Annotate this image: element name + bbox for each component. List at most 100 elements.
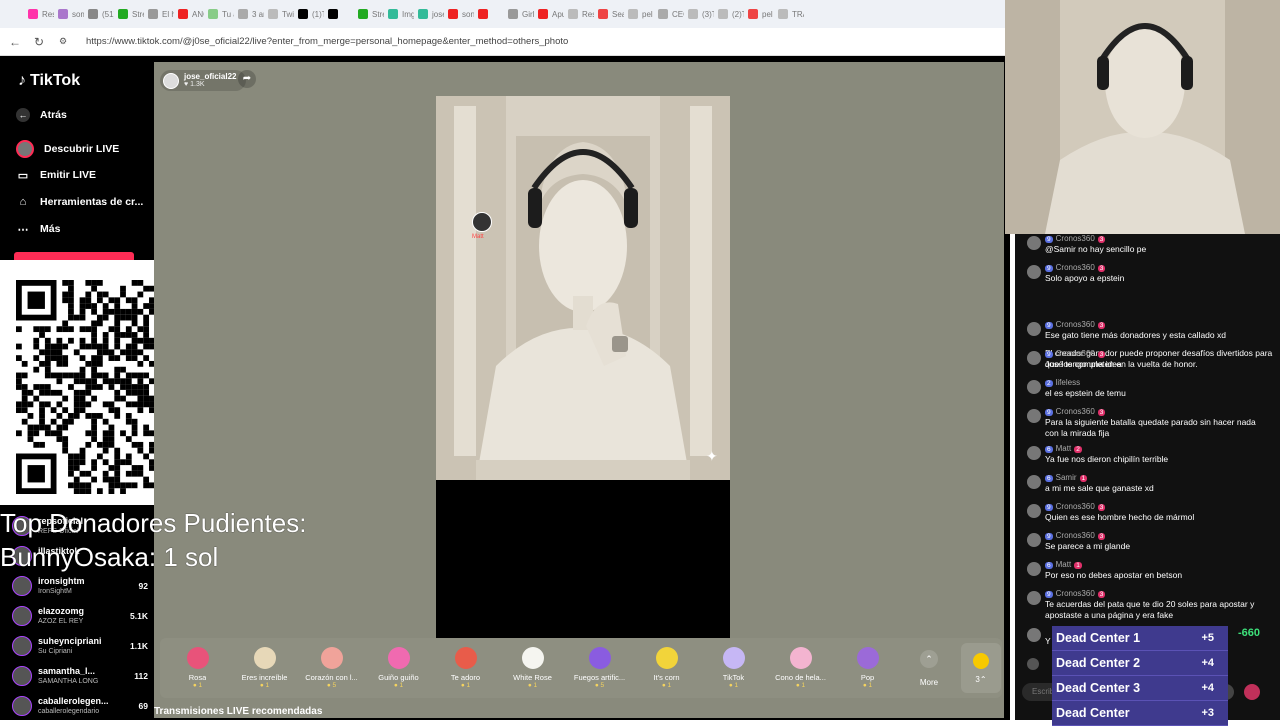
viewer-username: ironsightm <box>38 576 85 586</box>
tab-favicon-icon <box>718 9 728 19</box>
corn-icon <box>655 647 678 669</box>
reload-icon[interactable]: ↻ <box>32 35 46 49</box>
tab-label: Stre <box>372 9 384 19</box>
gift-item[interactable]: Cono de hela... ● 1 <box>767 647 834 689</box>
browser-tab[interactable]: son <box>448 9 474 19</box>
browser-tab[interactable]: som <box>58 9 84 19</box>
gift-price: ● 1 <box>862 682 873 689</box>
leaderboard-row[interactable]: ironsightm IronSightM 92 <box>12 572 152 600</box>
browser-tab[interactable]: Stre <box>118 9 144 19</box>
gift-item[interactable]: White Rose ● 1 <box>499 647 566 689</box>
ice-cream-icon <box>789 647 812 669</box>
gift-item[interactable]: It's corn ● 1 <box>633 647 700 689</box>
login-button-edge[interactable] <box>14 252 134 260</box>
sidebar-item-creator-tools[interactable]: ⌂ Herramientas de cr... <box>16 195 144 209</box>
browser-tab[interactable]: Tu a <box>208 9 234 19</box>
sidebar-item-go-live[interactable]: ▭ Emitir LIVE <box>16 168 96 182</box>
browser-tab[interactable]: (2)T <box>718 9 744 19</box>
chat-user: 9 Cronos360 3 <box>1045 589 1106 598</box>
heart-send-icon[interactable] <box>1244 684 1260 700</box>
browser-tab[interactable]: (3)T <box>688 9 714 19</box>
dead-center-row: Dead Center 3 +4 <box>1052 676 1228 701</box>
viewer-nickname: AZOZ EL REY <box>38 618 84 625</box>
browser-tab[interactable]: Resi <box>28 9 54 19</box>
viewer-score: 69 <box>138 701 148 711</box>
browser-tab[interactable]: ANG <box>178 9 204 19</box>
level-badge: 9 <box>1045 265 1053 272</box>
gift-item[interactable]: Guiño guiño ● 1 <box>365 647 432 689</box>
share-icon[interactable]: ➦ <box>238 70 256 88</box>
host-avatar <box>163 72 179 89</box>
leaderboard-row[interactable]: elazozomg AZOZ EL REY 5.1K <box>12 602 152 630</box>
chat-text: Quien es ese hombre hecho de mármol <box>1045 512 1195 522</box>
browser-tab[interactable]: Apu <box>538 9 564 19</box>
site-info-icon[interactable]: ⚙ <box>56 36 70 47</box>
browser-tab[interactable]: 3 an <box>238 9 264 19</box>
chat-text: a mi me sale que ganaste xd <box>1045 483 1154 493</box>
browser-tab[interactable]: TRA <box>778 9 804 19</box>
leaderboard-row[interactable]: suheyncipriani Su Cipriani 1.1K <box>12 632 152 660</box>
browser-tab[interactable]: CEC <box>658 9 684 19</box>
chat-user: 9 Cronos360 3 <box>1045 407 1106 416</box>
back-icon[interactable]: ← <box>8 35 22 49</box>
dead-center-name: Dead Center <box>1056 706 1130 720</box>
viewer-score: 92 <box>138 581 148 591</box>
browser-tab[interactable]: jose <box>418 9 444 19</box>
gift-item[interactable]: TikTok ● 1 <box>700 647 767 689</box>
browser-tab[interactable]: Img <box>388 9 414 19</box>
level-badge: 9 <box>1045 504 1053 511</box>
leaderboard-row[interactable]: caballerolegen... caballerolegendario 69 <box>12 692 152 720</box>
gift-item[interactable]: Eres increíble ● 1 <box>231 647 298 689</box>
browser-tab[interactable] <box>478 9 504 19</box>
sidebar-item-back[interactable]: ← Atrás <box>16 108 67 122</box>
browser-tab[interactable]: (1)T <box>298 9 324 19</box>
gift-price: ● 1 <box>259 682 270 689</box>
sidebar-item-discover-live[interactable]: Descubrir LIVE <box>16 140 119 158</box>
dead-center-row: Dead Center +3 <box>1052 701 1228 726</box>
browser-tab[interactable]: Twit <box>268 9 294 19</box>
score-delta: -660 <box>1238 627 1261 639</box>
viewer-avatar <box>12 666 32 686</box>
coin-count: 3 <box>975 674 980 684</box>
gift-item[interactable]: Fuegos artific... ● 5 <box>566 647 633 689</box>
browser-tab[interactable]: El ho <box>148 9 174 19</box>
viewer-nickname: Su Cipriani <box>38 648 73 655</box>
chat-tool-icon[interactable] <box>1027 658 1039 670</box>
fireworks-icon <box>588 647 611 669</box>
level-badge: 6 <box>1045 446 1053 453</box>
gift-item[interactable]: Rosa ● 1 <box>164 647 231 689</box>
chat-user: 6 Matt 1 <box>1045 560 1082 569</box>
leaderboard-row[interactable]: samantha_l... SAMANTHA LONG 112 <box>12 662 152 690</box>
tab-label: El ho <box>162 9 174 19</box>
browser-tab[interactable]: pel <box>748 9 774 19</box>
camera-icon: ▭ <box>17 169 29 182</box>
gift-item[interactable]: Pop ● 1 <box>834 647 901 689</box>
statue-image <box>436 96 730 480</box>
live-avatar-icon <box>16 140 34 158</box>
browser-tab[interactable]: Res <box>568 9 594 19</box>
gift-more-button[interactable]: ⌃ More <box>907 649 951 687</box>
live-video[interactable]: Matt ✦ <box>436 96 730 638</box>
sticker-avatar[interactable] <box>472 212 492 232</box>
viewer-nickname: IronSightM <box>38 588 72 595</box>
host-badge[interactable]: jose_oficial22 ♥ 1.3K <box>160 70 247 91</box>
gift-item[interactable]: Te adoro ● 1 <box>432 647 499 689</box>
chat-user: 9 Cronos360 3 <box>1045 320 1106 329</box>
tab-favicon-icon <box>418 9 428 19</box>
level-badge: 9 <box>1045 351 1053 358</box>
chat-user: 2 lifeless <box>1045 378 1080 387</box>
gift-item[interactable]: Corazón con l... ● 5 <box>298 647 365 689</box>
coin-balance[interactable]: 3⌃ <box>961 643 1001 693</box>
tab-favicon-icon <box>658 9 668 19</box>
tiktok-logo[interactable]: ♪ TikTok <box>18 72 80 90</box>
sidebar-item-more[interactable]: ⋯ Más <box>16 222 61 236</box>
browser-tab[interactable] <box>328 9 354 19</box>
browser-tab[interactable]: pel <box>628 9 654 19</box>
browser-tab[interactable]: Girl <box>508 9 534 19</box>
tab-favicon-icon <box>538 9 548 19</box>
browser-tab[interactable]: (51) <box>88 9 114 19</box>
rank-badge: 2 <box>1074 446 1082 453</box>
browser-tab[interactable]: Stre <box>358 9 384 19</box>
browser-tab[interactable]: Sea <box>598 9 624 19</box>
url-text[interactable]: https://www.tiktok.com/@j0se_oficial22/l… <box>86 36 568 47</box>
